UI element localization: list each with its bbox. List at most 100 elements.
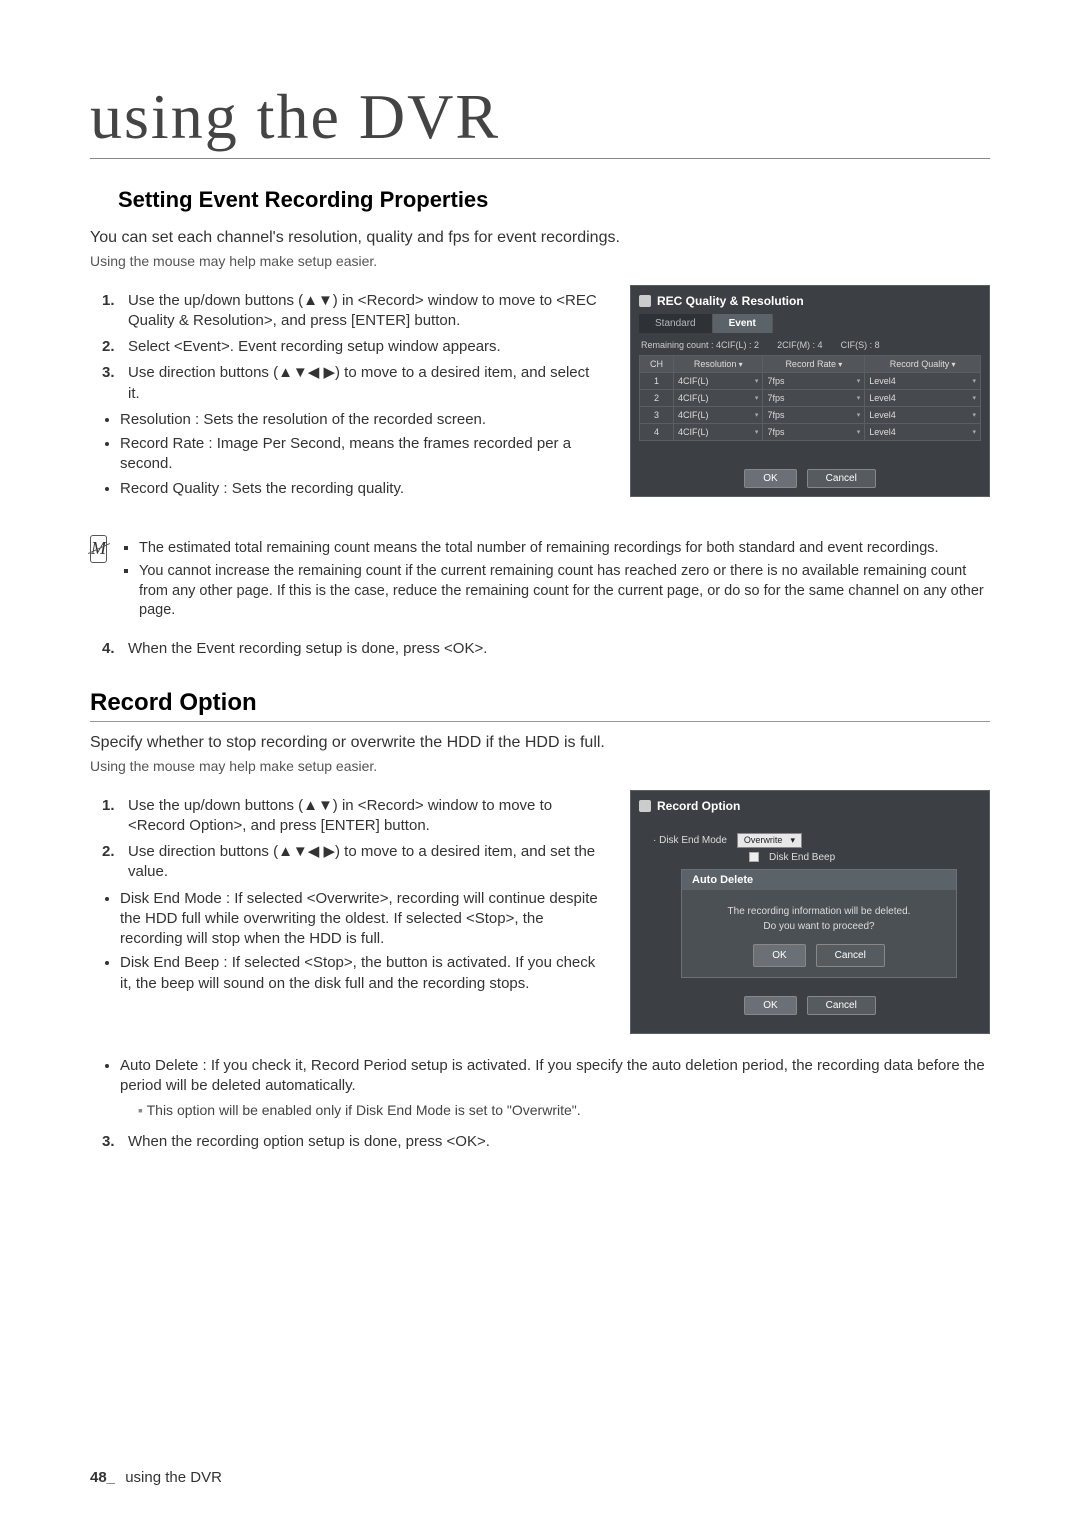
modal-title: Auto Delete xyxy=(682,870,956,890)
table-row: 1 4CIF(L)▾ 7fps▾ Level4▾ xyxy=(640,372,981,389)
page-title: using the DVR xyxy=(90,80,990,159)
chevron-down-icon: ▾ xyxy=(755,394,759,402)
footer-text: using the DVR xyxy=(125,1469,222,1486)
col-record-quality[interactable]: Record Quality xyxy=(865,355,981,372)
cell-ch: 4 xyxy=(640,423,674,440)
intro-text: You can set each channel's resolution, q… xyxy=(90,227,990,249)
step-text: Use the up/down buttons (▲▼) in <Record>… xyxy=(128,796,600,837)
panel-title-text: Record Option xyxy=(657,799,740,813)
intro-text: Specify whether to stop recording or ove… xyxy=(90,732,990,754)
step-text: Select <Event>. Event recording setup wi… xyxy=(128,337,600,357)
cell-quality[interactable]: Level4▾ xyxy=(865,372,981,389)
chevron-down-icon: ▾ xyxy=(857,411,861,419)
cancel-button[interactable]: Cancel xyxy=(807,996,876,1015)
mouse-note: Using the mouse may help make setup easi… xyxy=(90,253,990,269)
cell-quality[interactable]: Level4▾ xyxy=(865,406,981,423)
bullet-item: Disk End Mode : If selected <Overwrite>,… xyxy=(120,889,600,950)
record-option-panel: Record Option Disk End Mode Overwrite▾ D… xyxy=(630,790,990,1034)
page-footer: 48_ using the DVR xyxy=(90,1469,222,1486)
table-row: 2 4CIF(L)▾ 7fps▾ Level4▾ xyxy=(640,389,981,406)
channel-table: CH Resolution Record Rate Record Quality… xyxy=(639,355,981,441)
chevron-down-icon: ▾ xyxy=(857,428,861,436)
tab-row: Standard Event xyxy=(639,314,981,333)
cell-quality[interactable]: Level4▾ xyxy=(865,389,981,406)
tab-event[interactable]: Event xyxy=(713,314,773,333)
rec-quality-panel: REC Quality & Resolution Standard Event … xyxy=(630,285,990,497)
heading-record-option: Record Option xyxy=(90,689,990,722)
step-number: 4. xyxy=(102,639,120,659)
gear-icon xyxy=(639,800,651,812)
step-text: When the Event recording setup is done, … xyxy=(128,639,990,659)
disk-end-mode-select[interactable]: Overwrite▾ xyxy=(737,833,802,848)
step-number: 3. xyxy=(102,1132,120,1152)
cell-ch: 3 xyxy=(640,406,674,423)
steps-list: 3. When the recording option setup is don… xyxy=(102,1132,990,1152)
bullet-item: Record Rate : Image Per Second, means th… xyxy=(120,434,600,475)
panel-title: Record Option xyxy=(639,799,981,813)
tab-standard[interactable]: Standard xyxy=(639,314,713,333)
disk-end-beep-checkbox[interactable] xyxy=(749,852,759,862)
bullet-item: Disk End Beep : If selected <Stop>, the … xyxy=(120,953,600,994)
cell-res[interactable]: 4CIF(L)▾ xyxy=(674,406,763,423)
chevron-down-icon: ▾ xyxy=(857,377,861,385)
step-number: 3. xyxy=(102,363,120,404)
cell-rate[interactable]: 7fps▾ xyxy=(763,406,865,423)
count-4cif: Remaining count : 4CIF(L) : 2 xyxy=(641,340,759,350)
chevron-down-icon: ▾ xyxy=(972,428,976,436)
step-number: 2. xyxy=(102,337,120,357)
steps-list: 4. When the Event recording setup is done… xyxy=(102,639,990,659)
indent-note: This option will be enabled only if Disk… xyxy=(138,1102,990,1118)
ok-button[interactable]: OK xyxy=(753,944,805,967)
note-item: You cannot increase the remaining count … xyxy=(139,562,990,621)
step-number: 1. xyxy=(102,796,120,837)
disk-end-beep-label: Disk End Beep xyxy=(769,852,835,863)
cell-res[interactable]: 4CIF(L)▾ xyxy=(674,423,763,440)
cancel-button[interactable]: Cancel xyxy=(807,469,876,488)
steps-list: 1.Use the up/down buttons (▲▼) in <Recor… xyxy=(102,796,600,883)
cell-res[interactable]: 4CIF(L)▾ xyxy=(674,389,763,406)
cell-rate[interactable]: 7fps▾ xyxy=(763,423,865,440)
step-number: 1. xyxy=(102,291,120,332)
step-number: 2. xyxy=(102,842,120,883)
modal-line: The recording information will be delete… xyxy=(698,904,940,919)
bullets: Resolution : Sets the resolution of the … xyxy=(120,410,600,499)
cancel-button[interactable]: Cancel xyxy=(816,944,885,967)
note-icon: M xyxy=(90,535,107,563)
step-text: Use the up/down buttons (▲▼) in <Record>… xyxy=(128,291,600,332)
cell-quality[interactable]: Level4▾ xyxy=(865,423,981,440)
mouse-note: Using the mouse may help make setup easi… xyxy=(90,758,990,774)
col-record-rate[interactable]: Record Rate xyxy=(763,355,865,372)
panel-title: REC Quality & Resolution xyxy=(639,294,981,308)
col-resolution[interactable]: Resolution xyxy=(674,355,763,372)
step-text: Use direction buttons (▲▼◀ ▶) to move to… xyxy=(128,842,600,883)
table-row: 4 4CIF(L)▾ 7fps▾ Level4▾ xyxy=(640,423,981,440)
bullet-item: Resolution : Sets the resolution of the … xyxy=(120,410,600,430)
bullet-item: Auto Delete : If you check it, Record Pe… xyxy=(120,1056,990,1097)
chevron-down-icon: ▾ xyxy=(755,377,759,385)
count-2cif: 2CIF(M) : 4 xyxy=(777,340,823,350)
chevron-down-icon: ▾ xyxy=(857,394,861,402)
bullet-item: Record Quality : Sets the recording qual… xyxy=(120,479,600,499)
heading-setting-event: Setting Event Recording Properties xyxy=(118,187,990,213)
step-text: When the recording option setup is done,… xyxy=(128,1132,990,1152)
cell-ch: 2 xyxy=(640,389,674,406)
bullets: Disk End Mode : If selected <Overwrite>,… xyxy=(120,889,600,994)
chevron-down-icon: ▾ xyxy=(972,394,976,402)
count-cif: CIF(S) : 8 xyxy=(841,340,880,350)
cell-rate[interactable]: 7fps▾ xyxy=(763,372,865,389)
chevron-down-icon: ▾ xyxy=(755,428,759,436)
steps-list: 1.Use the up/down buttons (▲▼) in <Recor… xyxy=(102,291,600,404)
panel-title-text: REC Quality & Resolution xyxy=(657,294,804,308)
bullets: Auto Delete : If you check it, Record Pe… xyxy=(120,1056,990,1097)
chevron-down-icon: ▾ xyxy=(755,411,759,419)
ok-button[interactable]: OK xyxy=(744,996,796,1015)
disk-end-mode-label: Disk End Mode xyxy=(653,835,727,846)
step-text: Use direction buttons (▲▼◀ ▶) to move to… xyxy=(128,363,600,404)
chevron-down-icon: ▾ xyxy=(790,835,795,846)
cell-ch: 1 xyxy=(640,372,674,389)
ok-button[interactable]: OK xyxy=(744,469,796,488)
cell-rate[interactable]: 7fps▾ xyxy=(763,389,865,406)
chevron-down-icon: ▾ xyxy=(972,411,976,419)
cell-res[interactable]: 4CIF(L)▾ xyxy=(674,372,763,389)
col-ch: CH xyxy=(640,355,674,372)
